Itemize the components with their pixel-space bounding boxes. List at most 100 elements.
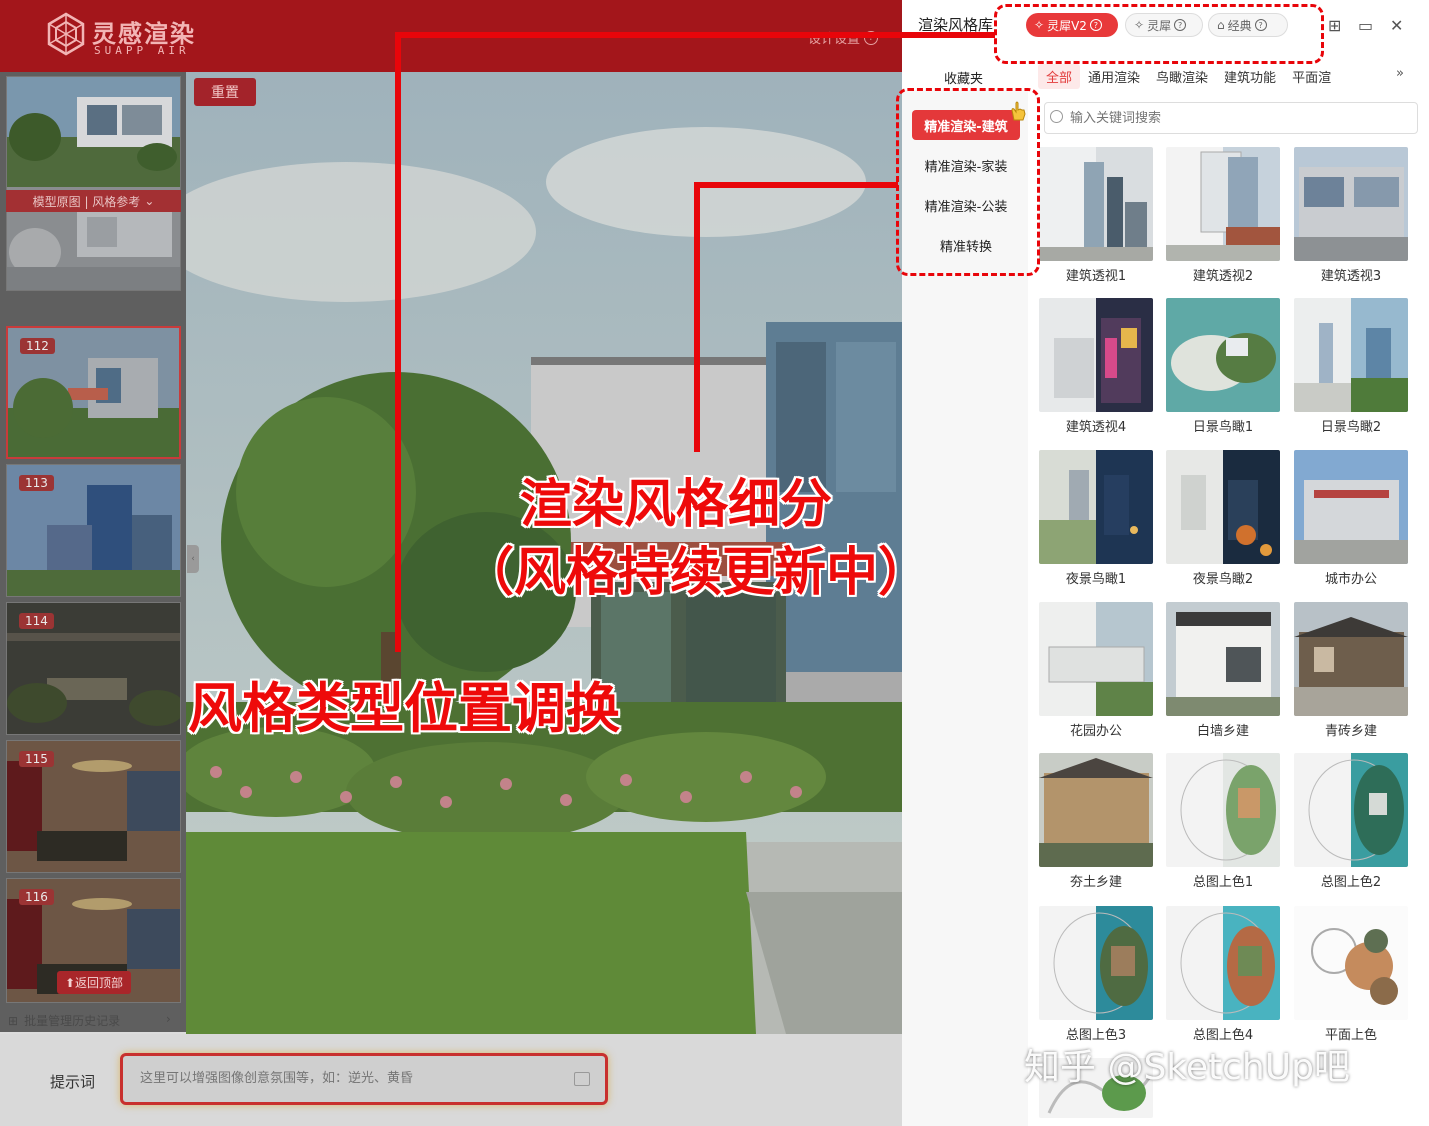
- source-thumbnail[interactable]: [6, 76, 181, 291]
- style-preview: [1166, 298, 1280, 412]
- category-tabs: 全部 通用渲染 鸟瞰渲染 建筑功能 平面渲: [1038, 64, 1410, 89]
- style-preview: [1166, 602, 1280, 716]
- style-card[interactable]: 花园办公: [1039, 602, 1153, 742]
- tab-building-function[interactable]: 建筑功能: [1216, 64, 1284, 89]
- history-item-112[interactable]: 112: [6, 326, 181, 459]
- style-preview: [1039, 753, 1153, 867]
- subcategory-highlight: [896, 88, 1040, 276]
- style-preview: [1039, 450, 1153, 564]
- style-card[interactable]: 青砖乡建: [1294, 602, 1408, 742]
- favorites-tab[interactable]: 收藏夹: [944, 68, 983, 87]
- style-card[interactable]: 建筑透视3: [1294, 147, 1408, 287]
- style-card[interactable]: 日景鸟瞰1: [1166, 298, 1280, 438]
- style-name: 总图上色2: [1320, 875, 1382, 890]
- tab-plan-render[interactable]: 平面渲: [1284, 64, 1339, 89]
- thumbnail-number: 112: [20, 338, 55, 354]
- style-card[interactable]: 总图上色4: [1166, 906, 1280, 1046]
- thumbnail-number: 116: [19, 889, 54, 905]
- style-card[interactable]: 日景鸟瞰2: [1294, 298, 1408, 438]
- annotation-line: [694, 182, 898, 188]
- style-preview: [1294, 450, 1408, 564]
- style-preview: [1039, 298, 1153, 412]
- thumbnail-number: 115: [19, 751, 54, 767]
- style-name: 夜景鸟瞰1: [1065, 572, 1127, 587]
- style-card[interactable]: 夜景鸟瞰2: [1166, 450, 1280, 590]
- style-preview: [1166, 753, 1280, 867]
- thumbnail-reference-label[interactable]: 模型原图 | 风格参考 ⌄: [6, 190, 181, 212]
- annotation-subdivide-title: 渲染风格细分: [520, 475, 833, 535]
- history-item-115[interactable]: 115: [6, 740, 181, 873]
- screenshot: 灵感渲染 SUAPP AIR 设计设置 ?: [0, 0, 1429, 1126]
- style-card[interactable]: 夯土乡建: [1039, 753, 1153, 893]
- style-card[interactable]: 夜景鸟瞰1: [1039, 450, 1153, 590]
- style-name: 白墙乡建: [1196, 724, 1249, 739]
- prompt-label: 提示词: [50, 1073, 96, 1091]
- history-thumbnails: 模型原图 | 风格参考 ⌄ 112 113 114 115 116 ⬆返回顶部 …: [0, 72, 186, 1032]
- style-name: 总图上色1: [1192, 875, 1254, 890]
- watermark: 知乎 @SketchUp吧: [1024, 1047, 1350, 1088]
- thumbnail-number: 113: [19, 475, 54, 491]
- batch-history-link[interactable]: ⊞ 批量管理历史记录: [8, 1012, 120, 1029]
- style-name: 日景鸟瞰2: [1320, 420, 1382, 435]
- style-name: 青砖乡建: [1324, 724, 1377, 739]
- history-item-116[interactable]: 116 ⬆返回顶部: [6, 878, 181, 1003]
- image-icon[interactable]: [574, 1072, 590, 1086]
- mode-tabs-highlight: [994, 4, 1324, 64]
- style-card[interactable]: 建筑透视4: [1039, 298, 1153, 438]
- style-card[interactable]: 建筑透视1: [1039, 147, 1153, 287]
- search-icon: [1050, 110, 1063, 123]
- tab-aerial-render[interactable]: 鸟瞰渲染: [1148, 64, 1216, 89]
- style-name: 建筑透视2: [1192, 269, 1254, 284]
- history-item-114[interactable]: 114: [6, 602, 181, 735]
- style-preview: [1166, 147, 1280, 261]
- maximize-icon[interactable]: ▭: [1358, 16, 1373, 35]
- search-input[interactable]: [1070, 110, 1400, 125]
- style-name: 建筑透视4: [1065, 420, 1127, 435]
- style-name: 城市办公: [1324, 572, 1377, 587]
- prompt-input[interactable]: [140, 1070, 560, 1085]
- grid-view-icon[interactable]: ⊞: [1328, 16, 1341, 35]
- style-card[interactable]: 城市办公: [1294, 450, 1408, 590]
- style-card[interactable]: 总图上色3: [1039, 906, 1153, 1046]
- collapse-panel-button[interactable]: ‹: [187, 545, 199, 573]
- style-preview: [1039, 906, 1153, 1020]
- back-to-top-button[interactable]: ⬆返回顶部: [57, 971, 132, 994]
- batch-history-label: 批量管理历史记录: [24, 1014, 121, 1028]
- annotation-line: [694, 182, 700, 452]
- tab-general-render[interactable]: 通用渲染: [1080, 64, 1148, 89]
- annotation-swap: 风格类型位置调换: [188, 677, 620, 740]
- style-card[interactable]: 平面上色: [1294, 906, 1408, 1046]
- style-card[interactable]: 总图上色2: [1294, 753, 1408, 893]
- style-preview: [1294, 753, 1408, 867]
- style-name: 夯土乡建: [1069, 875, 1122, 890]
- thumbnail-reference-text: 模型原图 | 风格参考: [32, 194, 141, 209]
- chevron-down-icon: ⌄: [144, 194, 155, 208]
- style-preview: [1166, 450, 1280, 564]
- history-item-113[interactable]: 113: [6, 464, 181, 597]
- style-card[interactable]: 白墙乡建: [1166, 602, 1280, 742]
- style-preview: [1294, 602, 1408, 716]
- model-reference-image: [7, 77, 180, 290]
- grid-icon: ⊞: [8, 1013, 19, 1028]
- logo-icon: [47, 12, 85, 56]
- annotation-line: [395, 32, 995, 38]
- style-card[interactable]: 建筑透视2: [1166, 147, 1280, 287]
- style-preview: [1166, 906, 1280, 1020]
- style-name: 夜景鸟瞰2: [1192, 572, 1254, 587]
- chevron-right-icon: ›: [166, 1012, 171, 1026]
- style-preview: [1294, 906, 1408, 1020]
- thumbnail-number: 114: [19, 613, 54, 629]
- style-card[interactable]: 总图上色1: [1166, 753, 1280, 893]
- style-preview: [1039, 147, 1153, 261]
- style-preview: [1039, 602, 1153, 716]
- annotation-subdivide-subtitle: （风格持续更新中）: [462, 543, 931, 603]
- double-chevron-down-icon[interactable]: »: [1396, 66, 1404, 81]
- style-preview: [1294, 147, 1408, 261]
- close-icon[interactable]: ✕: [1390, 16, 1403, 35]
- style-name: 日景鸟瞰1: [1192, 420, 1254, 435]
- annotation-line: [395, 32, 401, 652]
- reset-button[interactable]: 重置: [194, 78, 256, 106]
- style-name: 建筑透视3: [1320, 269, 1382, 284]
- style-name: 花园办公: [1069, 724, 1122, 739]
- tab-all[interactable]: 全部: [1038, 64, 1081, 89]
